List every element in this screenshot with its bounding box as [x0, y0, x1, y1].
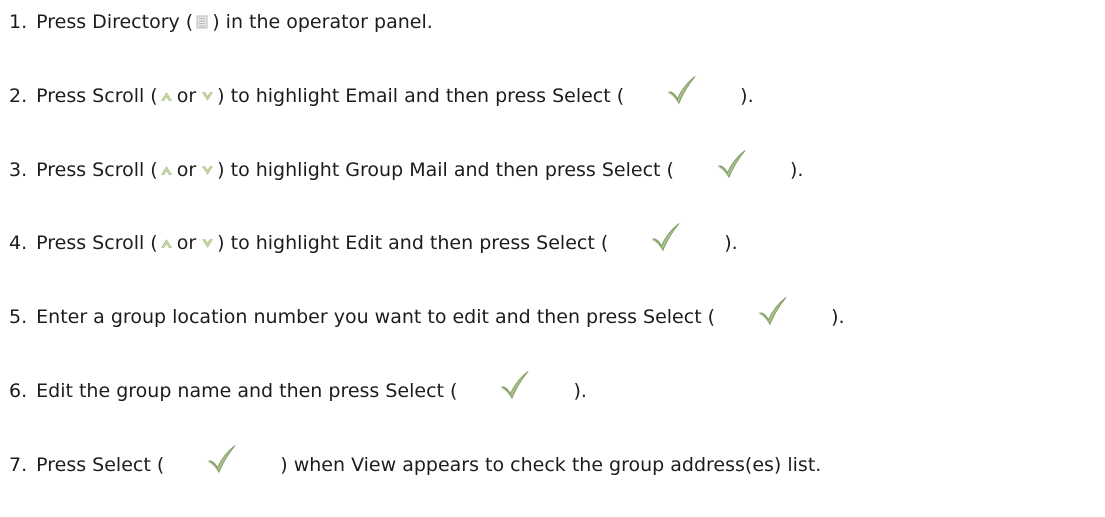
- scroll-down-icon: [202, 238, 214, 248]
- step-text: Press Directory (: [36, 10, 194, 33]
- step-text: ).: [724, 231, 738, 254]
- or-text: or: [176, 231, 197, 254]
- step-number: 2.: [9, 84, 28, 107]
- step-number: 1.: [9, 10, 28, 33]
- scroll-down-icon: [202, 165, 214, 175]
- step-5: 5. Enter a group location number you want…: [9, 296, 845, 337]
- or-text: or: [176, 158, 197, 181]
- step-text: Press Select (: [36, 453, 165, 476]
- checkmark-icon-wrapper: [674, 146, 790, 194]
- checkmark-icon-wrapper: [164, 441, 280, 489]
- step-number: 4.: [9, 231, 28, 254]
- step-4: 4. Press Scroll ( or ) to highlight Edit an…: [9, 222, 738, 263]
- step-text: Press Scroll (: [36, 158, 158, 181]
- checkmark-icon-wrapper: [608, 219, 724, 267]
- checkmark-icon: [500, 370, 531, 400]
- checkmark-icon-wrapper: [624, 72, 740, 120]
- step-text: Enter a group location number you want t…: [36, 305, 716, 328]
- step-number: 6.: [9, 379, 28, 402]
- step-text: ) to highlight Group Mail and then press…: [217, 158, 674, 181]
- step-text: ) to highlight Edit and then press Selec…: [217, 231, 609, 254]
- step-text: Press Scroll (: [36, 84, 158, 107]
- or-text: or: [176, 84, 197, 107]
- step-text: ).: [831, 305, 845, 328]
- step-2: 2. Press Scroll ( or ) to highlight Email a…: [9, 75, 754, 116]
- step-6: 6. Edit the group name and then press Sel…: [9, 370, 587, 411]
- step-text: ) to highlight Email and then press Sele…: [217, 84, 625, 107]
- step-1: 1. Press Directory ( ) in the operator pan…: [9, 2, 433, 42]
- step-number: 3.: [9, 158, 28, 181]
- step-text: Edit the group name and then press Selec…: [36, 379, 458, 402]
- scroll-up-icon: [160, 165, 172, 175]
- directory-icon: [196, 15, 208, 29]
- checkmark-icon: [207, 444, 238, 474]
- scroll-up-icon: [160, 238, 172, 248]
- checkmark-icon: [758, 296, 789, 326]
- scroll-down-icon: [202, 91, 214, 101]
- checkmark-icon-wrapper: [457, 367, 573, 415]
- step-number: 7.: [9, 453, 28, 476]
- checkmark-icon: [716, 149, 747, 179]
- step-7: 7. Press Select ( ) when View appears to c…: [9, 444, 822, 485]
- checkmark-icon: [651, 222, 682, 252]
- checkmark-icon-wrapper: [715, 293, 831, 341]
- step-3: 3. Press Scroll ( or ) to highlight Group M…: [9, 149, 804, 190]
- step-text: Press Scroll (: [36, 231, 158, 254]
- checkmark-icon: [667, 75, 698, 105]
- step-text: ) when View appears to check the group a…: [280, 453, 822, 476]
- step-text: ) in the operator panel.: [212, 10, 433, 33]
- step-text: ).: [573, 379, 587, 402]
- step-text: ).: [740, 84, 754, 107]
- step-number: 5.: [9, 305, 28, 328]
- step-text: ).: [789, 158, 804, 181]
- scroll-up-icon: [160, 91, 172, 101]
